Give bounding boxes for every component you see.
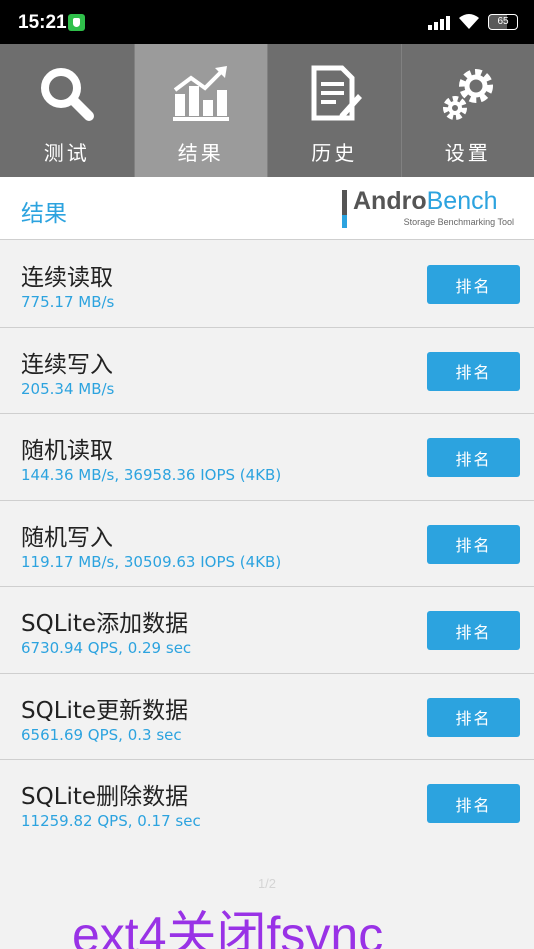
results-list: 连续读取 775.17 MB/s 排名 连续写入 205.34 MB/s 排名 … [0, 241, 534, 847]
status-time: 15:21 [18, 12, 67, 33]
tab-bar: 测试 结果 历史 设置 [0, 44, 534, 177]
result-row-rand-write: 随机写入 119.17 MB/s, 30509.63 IOPS (4KB) 排名 [0, 500, 534, 587]
logo-bench: Bench [426, 187, 498, 215]
tab-settings-label: 设置 [444, 141, 491, 165]
rank-button[interactable]: 排名 [427, 784, 520, 823]
results-header: 结果 AndroBench Storage Benchmarking Tool [0, 177, 534, 240]
result-value: 144.36 MB/s, 36958.36 IOPS (4KB) [21, 466, 282, 484]
result-value: 11259.82 QPS, 0.17 sec [21, 812, 201, 830]
rank-button[interactable]: 排名 [427, 265, 520, 304]
result-row-seq-write: 连续写入 205.34 MB/s 排名 [0, 327, 534, 414]
watermark: ext4关闭fsync [72, 905, 492, 949]
result-value: 775.17 MB/s [21, 293, 115, 311]
logo-text: AndroBench [353, 187, 498, 216]
logo-andro: Andro [353, 187, 427, 215]
battery-percent: 65 [497, 15, 509, 27]
rank-button[interactable]: 排名 [427, 438, 520, 477]
watermark-text: ext4关闭fsync [72, 907, 384, 949]
result-row-rand-read: 随机读取 144.36 MB/s, 36958.36 IOPS (4KB) 排名 [0, 414, 534, 501]
document-pencil-icon [311, 65, 363, 121]
result-title: SQLite删除数据 [21, 784, 189, 810]
battery-icon: 65 [488, 13, 518, 30]
page-title: 结果 [21, 201, 67, 227]
result-title: SQLite添加数据 [21, 611, 189, 637]
result-row-seq-read: 连续读取 775.17 MB/s 排名 [0, 241, 534, 328]
status-icons: 65 [428, 13, 518, 30]
result-value: 205.34 MB/s [21, 379, 115, 398]
result-title: 随机写入 [21, 524, 113, 551]
security-shield-icon [68, 14, 85, 31]
signal-icon [428, 14, 450, 30]
tab-test-label: 测试 [43, 141, 90, 165]
rank-button[interactable]: 排名 [427, 611, 520, 650]
result-value: 6561.69 QPS, 0.3 sec [21, 725, 182, 744]
status-bar: 15:21 65 [0, 0, 534, 44]
tab-results[interactable]: 结果 [133, 44, 267, 177]
rank-button[interactable]: 排名 [427, 524, 520, 564]
page-indicator: 1/2 [257, 876, 277, 891]
result-row-sqlite-update: SQLite更新数据 6561.69 QPS, 0.3 sec 排名 [0, 673, 534, 760]
tab-history-label: 历史 [311, 141, 358, 165]
logo-bar-icon [342, 190, 347, 228]
bar-chart-icon [172, 66, 229, 121]
result-title: SQLite更新数据 [21, 697, 189, 724]
tab-test[interactable]: 测试 [0, 44, 134, 177]
magnifier-icon [40, 68, 94, 121]
gears-icon [442, 69, 493, 120]
androbench-logo: AndroBench Storage Benchmarking Tool [342, 187, 514, 228]
wifi-icon [459, 14, 479, 29]
result-value: 6730.94 QPS, 0.29 sec [21, 639, 192, 657]
result-row-sqlite-delete: SQLite删除数据 11259.82 QPS, 0.17 sec 排名 [0, 760, 534, 847]
rank-button[interactable]: 排名 [427, 697, 520, 737]
logo-subtitle: Storage Benchmarking Tool [403, 217, 514, 227]
result-title: 连续写入 [21, 351, 113, 378]
result-row-sqlite-insert: SQLite添加数据 6730.94 QPS, 0.29 sec 排名 [0, 587, 534, 674]
tab-settings[interactable]: 设置 [400, 44, 534, 177]
result-value: 119.17 MB/s, 30509.63 IOPS (4KB) [21, 552, 282, 571]
tab-history[interactable]: 历史 [267, 44, 401, 177]
result-title: 随机读取 [21, 438, 113, 464]
rank-button[interactable]: 排名 [427, 351, 520, 391]
tab-results-label: 结果 [177, 141, 224, 165]
result-title: 连续读取 [21, 265, 113, 291]
